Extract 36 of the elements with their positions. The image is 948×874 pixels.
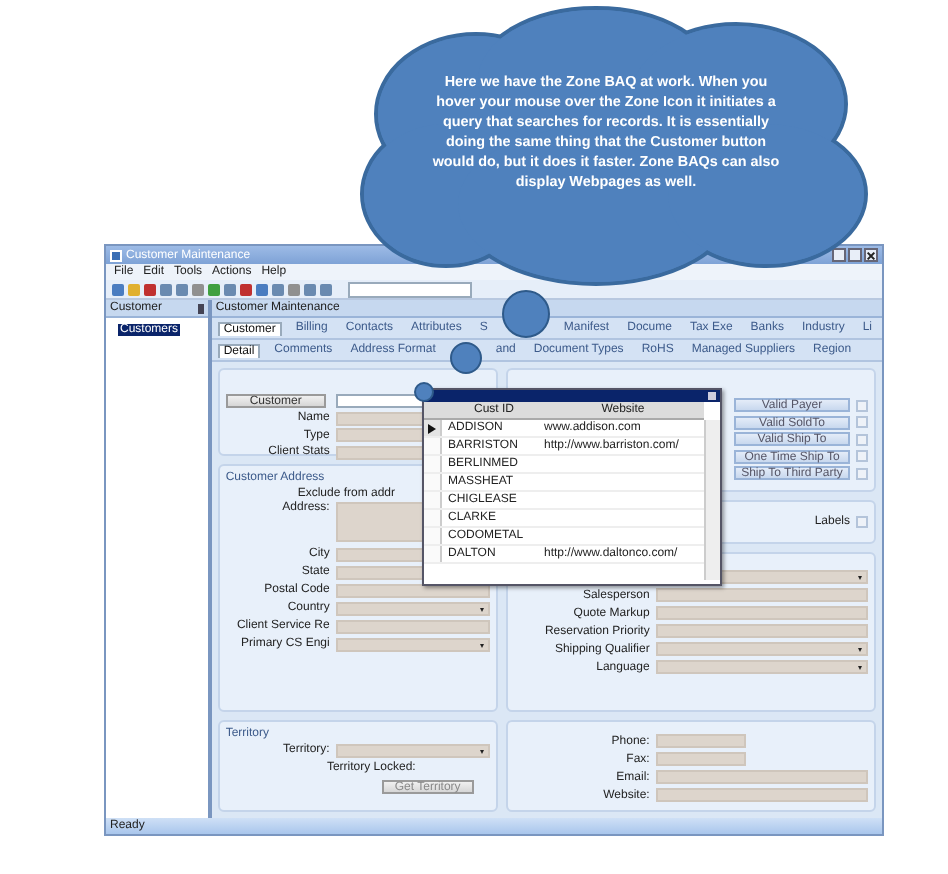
- checkbox[interactable]: [856, 433, 868, 445]
- close-button[interactable]: [864, 248, 878, 262]
- input-field[interactable]: [655, 788, 868, 803]
- input-field[interactable]: [655, 752, 746, 767]
- input-field[interactable]: [335, 637, 490, 652]
- dropdown-arrow-icon: [858, 648, 862, 653]
- input-field[interactable]: [335, 601, 490, 616]
- row-selector[interactable]: [424, 420, 442, 436]
- dropdown-arrow-icon: [858, 666, 862, 671]
- toolbar-combo[interactable]: [348, 281, 472, 297]
- row-pointer-icon: [428, 423, 436, 433]
- dropdown-arrow-icon: [479, 749, 484, 754]
- scrollbar[interactable]: [704, 420, 720, 580]
- input-field[interactable]: [655, 734, 746, 749]
- input-field[interactable]: [655, 770, 868, 785]
- app-icon: [110, 249, 122, 261]
- minimize-button[interactable]: [832, 248, 846, 262]
- input-field[interactable]: [655, 606, 868, 621]
- input-field[interactable]: [655, 660, 868, 675]
- input-field[interactable]: [655, 642, 868, 657]
- maximize-button[interactable]: [848, 248, 862, 262]
- checkbox[interactable]: [856, 399, 868, 411]
- dropdown-arrow-icon: [479, 643, 484, 648]
- dropdown-arrow-icon: [858, 576, 862, 581]
- checkbox[interactable]: [856, 516, 868, 528]
- highlight-circle: [449, 342, 482, 374]
- close-icon: [866, 249, 876, 261]
- checkbox[interactable]: [856, 416, 868, 428]
- pin-icon[interactable]: [197, 303, 204, 313]
- dropdown-arrow-icon: [479, 607, 484, 612]
- checkbox[interactable]: [856, 467, 868, 479]
- input-field[interactable]: [655, 624, 868, 639]
- input-field[interactable]: [335, 743, 490, 758]
- input-field[interactable]: [335, 619, 490, 634]
- input-field[interactable]: [655, 588, 868, 603]
- checkbox[interactable]: [856, 450, 868, 462]
